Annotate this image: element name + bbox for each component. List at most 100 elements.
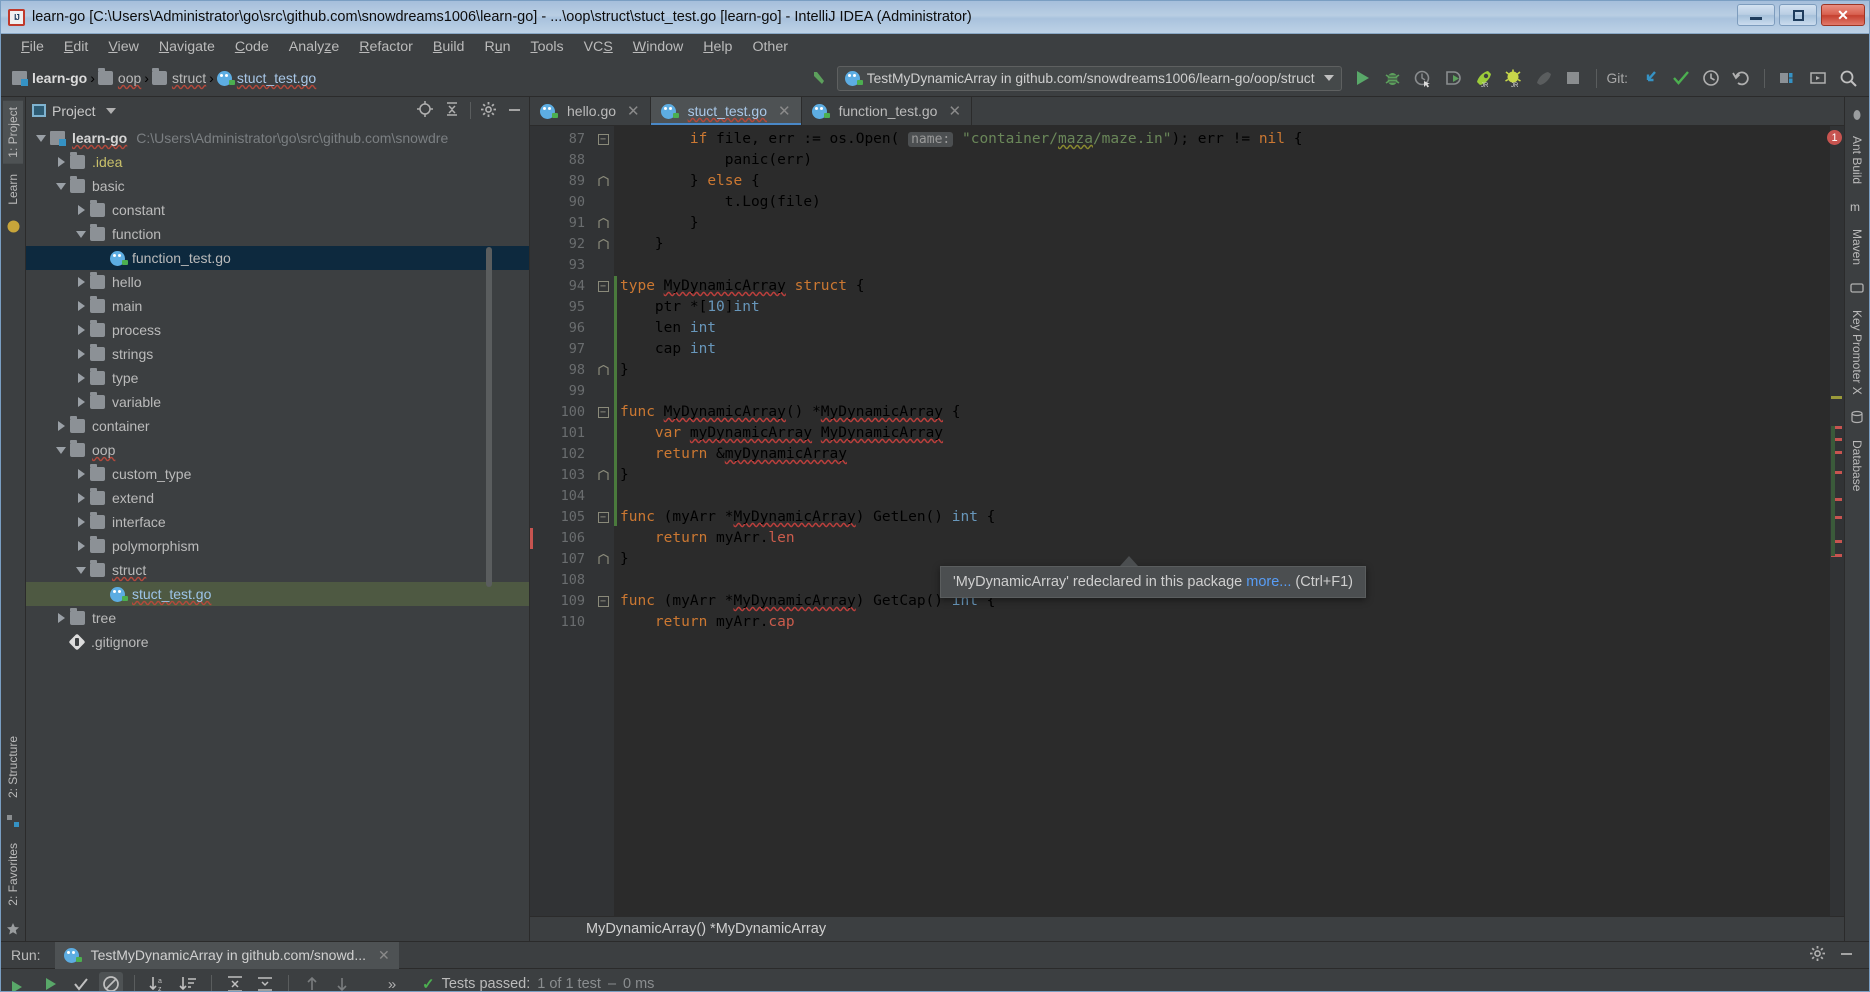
git-update-project-icon[interactable] [1638,65,1664,91]
code-line[interactable]: panic(err) [614,150,1830,171]
show-passed-icon[interactable] [69,972,93,992]
fold-marker[interactable]: − [592,402,614,423]
settings-gear-icon[interactable] [1809,945,1826,965]
fold-marker[interactable] [592,465,614,486]
breadcrumb-item-struct[interactable]: struct [149,69,209,87]
menu-file[interactable]: File [11,37,54,57]
minimize-button[interactable] [1737,4,1775,26]
tree-twisty-collapsed[interactable] [72,493,90,503]
line-number[interactable]: 96 [530,318,592,339]
locate-icon[interactable] [416,100,434,121]
code-line[interactable]: } [614,234,1830,255]
sidebar-item-project[interactable]: 1: Project [3,101,23,164]
run-with-coverage-icon[interactable] [1410,65,1436,91]
stripe-warning-mark[interactable] [1831,396,1842,399]
git-revert-icon[interactable] [1728,65,1754,91]
star-icon[interactable] [5,920,22,937]
line-number[interactable]: 91 [530,213,592,234]
code-line[interactable]: return myArr.len [614,528,1830,549]
code-line[interactable]: } [614,465,1830,486]
tree-node-process[interactable]: process [26,318,529,342]
tree-node-container[interactable]: container [26,414,529,438]
tree-node-extend[interactable]: extend [26,486,529,510]
menu-build[interactable]: Build [423,37,475,57]
tree-node-polymorphism[interactable]: polymorphism [26,534,529,558]
fold-marker[interactable]: − [592,591,614,612]
tree-node-strings[interactable]: strings [26,342,529,366]
fold-marker[interactable] [592,171,614,192]
fold-marker[interactable] [592,213,614,234]
menu-edit[interactable]: Edit [54,37,98,57]
line-number[interactable]: 99 [530,381,592,402]
layout-icon[interactable] [1805,65,1831,91]
maven-strip-icon[interactable]: m [1849,198,1866,215]
sidebar-item-favorites[interactable]: 2: Favorites [3,837,23,912]
code-line[interactable]: } else { [614,171,1830,192]
project-structure-icon[interactable] [1775,65,1801,91]
breadcrumb-item-stuct-test-go[interactable]: stuct_test.go [214,69,319,87]
collapse-icon[interactable]: − [598,281,609,292]
menu-help[interactable]: Help [693,37,742,57]
menu-code[interactable]: Code [225,37,279,57]
menu-refactor[interactable]: Refactor [349,37,423,57]
collapse-icon[interactable]: − [598,512,609,523]
close-icon[interactable]: ✕ [627,102,640,120]
line-number[interactable]: 108 [530,570,592,591]
code-line[interactable]: return myArr.cap [614,612,1830,633]
tree-node-struct[interactable]: struct [26,558,529,582]
jrebel-debug-icon[interactable]: JR [1500,65,1526,91]
code-content[interactable]: if file, err := os.Open( name: "containe… [614,126,1830,941]
tree-node-learn-go[interactable]: learn-goC:\Users\Administrator\go\src\gi… [26,126,529,150]
tree-twisty-expanded[interactable] [72,231,90,238]
line-number[interactable]: 107 [530,549,592,570]
tree-node--gitignore[interactable]: .gitignore [26,630,529,654]
code-line[interactable]: cap int [614,339,1830,360]
menu-run[interactable]: Run [474,37,520,57]
project-tree-scrollbar[interactable] [486,247,492,587]
tree-twisty-collapsed[interactable] [72,469,90,479]
hide-ignored-icon[interactable] [99,972,123,992]
fold-marker[interactable] [592,360,614,381]
profile-icon[interactable] [1440,65,1466,91]
close-button[interactable]: ✕ [1821,4,1865,26]
fold-marker[interactable] [592,234,614,255]
tree-twisty-collapsed[interactable] [72,373,90,383]
line-number[interactable]: 106 [530,528,592,549]
tree-node-stuct-test-go[interactable]: stuct_test.go [26,582,529,606]
line-number[interactable]: 88 [530,150,592,171]
line-number[interactable]: 95 [530,297,592,318]
code-line[interactable]: func (myArr *MyDynamicArray) GetLen() in… [614,507,1830,528]
next-failed-icon[interactable] [330,972,354,992]
error-stripe[interactable]: 1 [1830,126,1844,941]
tree-twisty-expanded[interactable] [52,447,70,454]
line-number[interactable]: 110 [530,612,592,633]
tree-twisty-collapsed[interactable] [52,157,70,167]
tree-node-hello[interactable]: hello [26,270,529,294]
editor-tab-stuct-test-go[interactable]: stuct_test.go✕ [651,97,802,125]
code-line[interactable]: } [614,360,1830,381]
tree-node-oop[interactable]: oop [26,438,529,462]
tree-node-basic[interactable]: basic [26,174,529,198]
more-icon[interactable]: » [380,972,404,992]
line-number[interactable]: 98 [530,360,592,381]
line-number[interactable]: 94 [530,276,592,297]
rerun-icon[interactable] [7,977,27,992]
code-line[interactable]: func MyDynamicArray() *MyDynamicArray { [614,402,1830,423]
tree-twisty-collapsed[interactable] [72,517,90,527]
fold-marker[interactable]: − [592,276,614,297]
hide-icon[interactable] [506,101,523,121]
code-line[interactable]: var myDynamicArray MyDynamicArray [614,423,1830,444]
tree-node-interface[interactable]: interface [26,510,529,534]
run-icon[interactable] [1350,65,1376,91]
fold-marker[interactable]: − [592,507,614,528]
code-line[interactable] [614,255,1830,276]
git-commit-icon[interactable] [1668,65,1694,91]
run-icon[interactable] [39,972,63,992]
database-strip-icon[interactable] [1849,409,1866,426]
code-line[interactable] [614,486,1830,507]
sidebar-item-database[interactable]: Database [1847,434,1867,497]
tooltip-more-link[interactable]: more... [1246,574,1291,590]
code-line[interactable]: len int [614,318,1830,339]
menu-view[interactable]: View [98,37,149,57]
back-arrow-icon[interactable] [805,65,831,91]
